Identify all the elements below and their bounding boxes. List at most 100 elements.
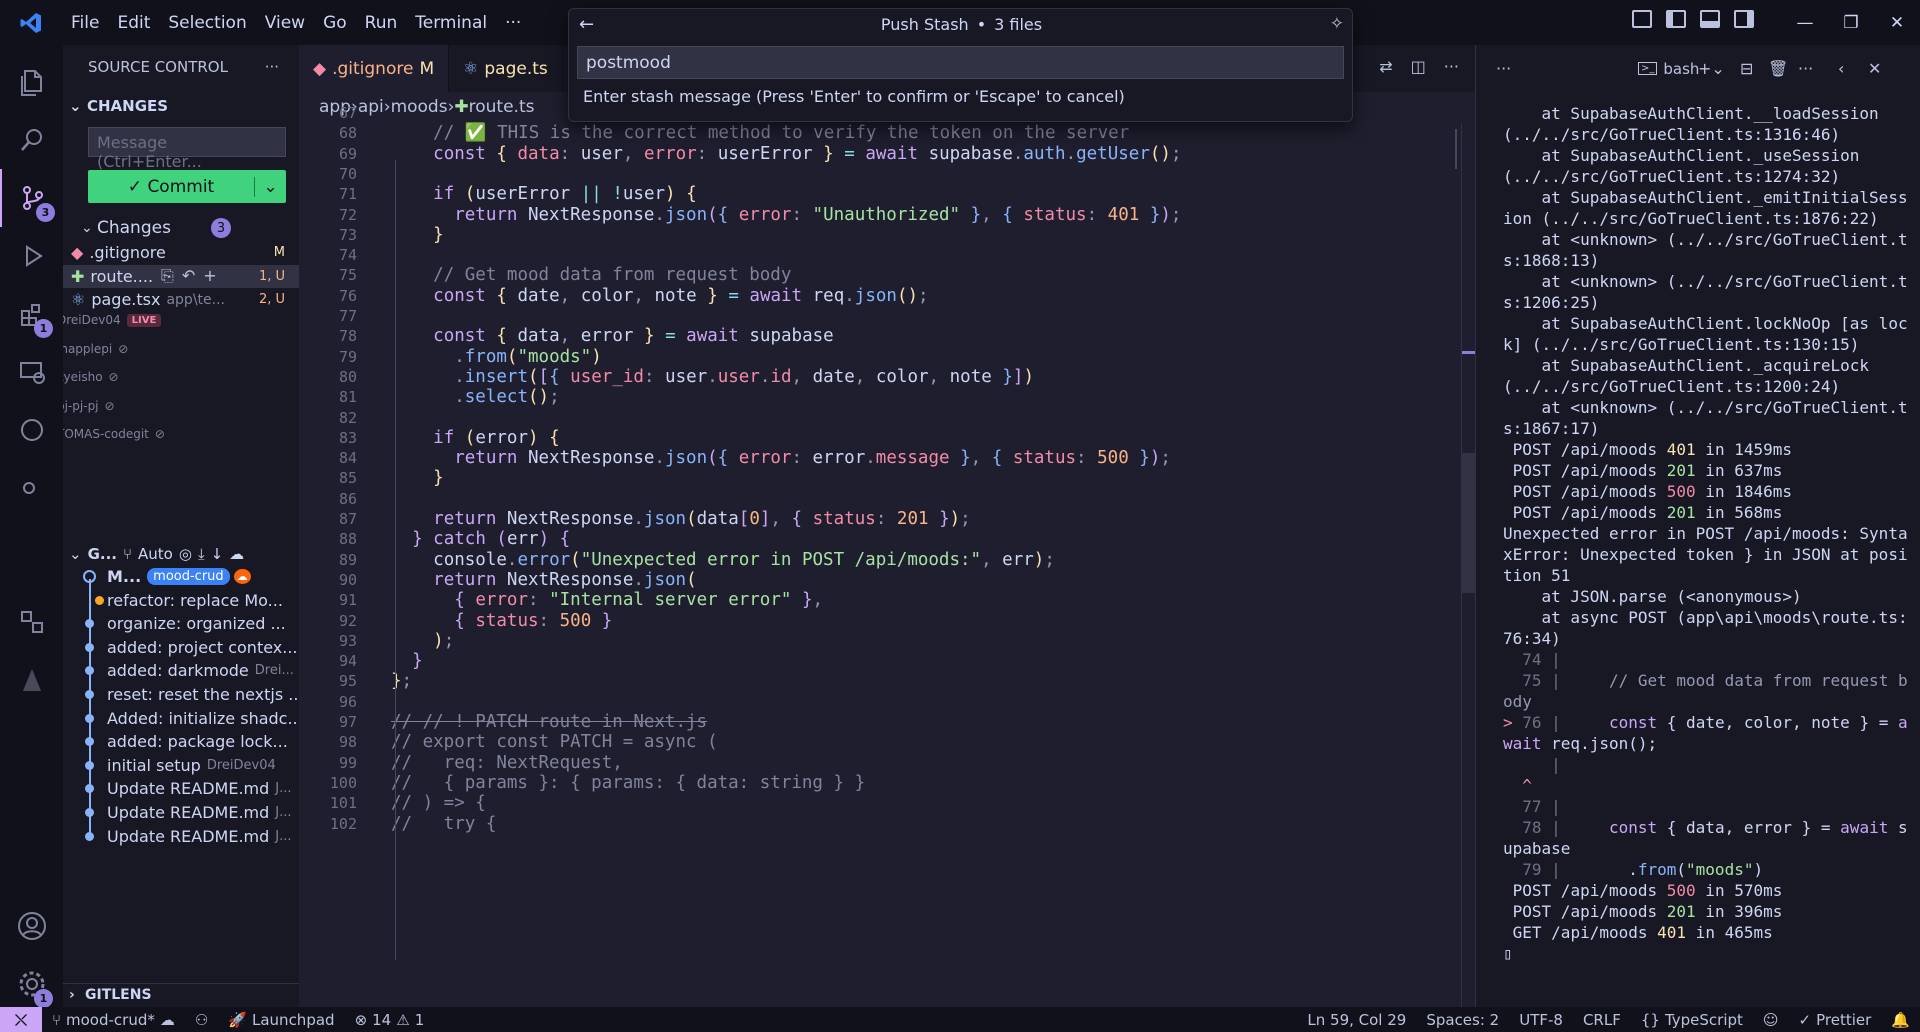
settings-gear-icon[interactable]: 1 xyxy=(0,955,63,1013)
live-user-item[interactable]: DreiDev04 LIVE xyxy=(63,307,293,333)
commit-item[interactable]: M... mood-crud ☁ xyxy=(63,565,299,588)
chevron-left-icon[interactable]: ‹ xyxy=(1838,59,1844,78)
remote-explorer-icon[interactable] xyxy=(0,343,63,401)
extensions-icon[interactable]: 1 xyxy=(0,285,63,343)
encoding[interactable]: UTF-8 xyxy=(1509,1011,1573,1029)
search-icon[interactable] xyxy=(0,111,63,169)
problems-status[interactable]: ⊗ 14 ⚠ 1 xyxy=(345,1011,435,1029)
menu-item[interactable]: ··· xyxy=(496,13,530,33)
terminal-line: POST /api/moods 201 in 396ms xyxy=(1503,902,1783,921)
end-of-line[interactable]: CRLF xyxy=(1573,1011,1631,1029)
fetch-icon[interactable]: ⤓ xyxy=(198,545,205,563)
commit-button[interactable]: ✓ Commit ⌄ xyxy=(88,170,286,203)
commit-item[interactable]: added: darkmode Drei... xyxy=(63,659,299,682)
remote-indicator-icon[interactable]: ⤬ xyxy=(0,1007,42,1032)
branch-status[interactable]: ⑂ mood-crud* ☁ xyxy=(42,1011,185,1029)
sidebar-title: SOURCE CONTROL xyxy=(88,58,228,76)
commit-item[interactable]: Added: initialize shadc... xyxy=(63,707,299,730)
source-control-icon[interactable]: 3 xyxy=(0,169,63,227)
menu-item[interactable]: Run xyxy=(356,13,407,33)
terminal-tab[interactable]: >_ bash xyxy=(1638,60,1699,78)
live-user-item[interactable]: TOMAS-codegit ⊘ xyxy=(63,421,293,447)
cursor-position[interactable]: Ln 59, Col 29 xyxy=(1297,1011,1416,1029)
open-file-icon[interactable]: ⎘ xyxy=(161,266,174,285)
commit-message-input[interactable]: Message (Ctrl+Enter... xyxy=(88,127,286,171)
split-editor-icon[interactable]: ◫ xyxy=(1411,57,1426,76)
tab-gitignore[interactable]: ◆ .gitignore M xyxy=(299,45,450,92)
terminal-output[interactable]: at SupabaseAuthClient.__loadSession (../… xyxy=(1503,103,1913,964)
toggle-panel-icon[interactable] xyxy=(1700,10,1720,28)
push-cloud-icon[interactable]: ☁ xyxy=(229,545,244,563)
pull-icon[interactable]: ↓ xyxy=(211,545,224,563)
stash-message-input[interactable]: postmood xyxy=(577,46,1344,79)
live-user-item[interactable]: kyeisho ⊘ xyxy=(63,364,293,390)
close-panel-icon[interactable]: ✕ xyxy=(1868,59,1881,78)
menu-item[interactable]: Go xyxy=(314,13,356,33)
more-actions-icon[interactable]: ··· xyxy=(265,58,279,76)
gitlens-status-icon[interactable]: ⚇ xyxy=(185,1011,218,1029)
explorer-icon[interactable] xyxy=(0,53,63,111)
toggle-secondary-sidebar-icon[interactable] xyxy=(1734,10,1754,28)
graph-section-label: G... xyxy=(87,545,117,563)
breadcrumb-item[interactable]: api xyxy=(358,97,384,117)
notifications-bell-icon[interactable]: 🔔 xyxy=(1881,1011,1920,1029)
discard-icon[interactable]: ↶ xyxy=(182,266,195,285)
graph-section-header[interactable]: ⌄ G... ⑂ Auto ◎ ⤓ ↓ ☁ xyxy=(63,541,299,567)
new-terminal-icon[interactable]: +⌄ xyxy=(1698,59,1725,78)
live-share-icon[interactable] xyxy=(0,401,63,459)
prettier-status[interactable]: ✓ Prettier xyxy=(1789,1011,1882,1029)
commit-item[interactable]: refactor: replace Mo... xyxy=(63,589,299,612)
changed-file-item[interactable]: ✚ route.... ⎘ ↶ +1, U xyxy=(63,264,299,288)
editor-scrollbar[interactable] xyxy=(1461,123,1475,1007)
commit-item[interactable]: organize: organized ... xyxy=(63,612,299,635)
split-terminal-icon[interactable]: ⊟ xyxy=(1740,59,1753,78)
back-arrow-icon[interactable]: ← xyxy=(579,14,594,35)
commit-dropdown-icon[interactable]: ⌄ xyxy=(254,176,286,197)
menu-item[interactable]: Edit xyxy=(108,13,159,33)
launchpad-status[interactable]: 🚀 Launchpad xyxy=(218,1011,344,1029)
commit-item[interactable]: Update README.md J... xyxy=(63,777,299,800)
live-user-item[interactable]: pj-pj-pj ⊘ xyxy=(63,393,293,419)
accounts-icon[interactable] xyxy=(0,897,63,955)
tab-page[interactable]: ⚛ page.ts xyxy=(449,45,563,92)
more-actions-icon[interactable]: ··· xyxy=(1496,59,1511,78)
sparkle-icon[interactable]: ✧ xyxy=(1330,14,1344,34)
more-actions-icon[interactable]: ··· xyxy=(1444,57,1459,76)
minimize-icon[interactable]: — xyxy=(1782,0,1828,45)
close-icon[interactable]: ✕ xyxy=(1874,0,1920,45)
menu-item[interactable]: View xyxy=(256,13,314,33)
changes-section-header[interactable]: ⌄ CHANGES xyxy=(63,95,299,117)
graph-mode-label[interactable]: Auto xyxy=(138,545,173,563)
customize-layout-icon[interactable] xyxy=(1632,10,1652,28)
live-user-item[interactable]: jhapplepi ⊘ xyxy=(63,336,293,362)
target-icon[interactable]: ◎ xyxy=(179,545,192,563)
commit-item[interactable]: reset: reset the nextjs ... xyxy=(63,683,299,706)
quick-input-file-count: 3 files xyxy=(994,14,1043,34)
gitlens-icon[interactable] xyxy=(0,651,63,709)
commit-item[interactable]: Update README.md J... xyxy=(63,801,299,824)
changed-file-item[interactable]: ◆ .gitignore M xyxy=(63,241,299,264)
gitlens-section-header[interactable]: › GITLENS xyxy=(63,983,299,1005)
language-mode[interactable]: {} TypeScript xyxy=(1631,1011,1753,1029)
menu-item[interactable]: File xyxy=(62,13,108,33)
indentation[interactable]: Spaces: 2 xyxy=(1416,1011,1509,1029)
compare-changes-icon[interactable]: ⇄ xyxy=(1379,57,1392,76)
commit-item[interactable]: added: package lock... xyxy=(63,730,299,753)
source-graph-icon[interactable] xyxy=(0,459,63,517)
kill-terminal-icon[interactable]: 🗑 xyxy=(1768,59,1788,78)
menu-item[interactable]: Terminal xyxy=(406,13,496,33)
run-debug-icon[interactable] xyxy=(0,227,63,285)
toggle-sidebar-icon[interactable] xyxy=(1666,10,1686,28)
terminal-more-icon[interactable]: ··· xyxy=(1798,59,1813,78)
copilot-status-icon[interactable]: ☺ xyxy=(1753,1011,1789,1029)
restore-icon[interactable]: ❐ xyxy=(1828,0,1874,45)
commit-item[interactable]: initial setup DreiDev04 xyxy=(63,754,299,777)
menu-item[interactable]: Selection xyxy=(159,13,255,33)
commit-item[interactable]: Update README.md J... xyxy=(63,825,299,848)
stage-icon[interactable]: + xyxy=(203,266,216,285)
copilot-icon[interactable] xyxy=(0,593,63,651)
breadcrumb-item[interactable]: route.ts xyxy=(469,97,535,117)
commit-item[interactable]: added: project contex... xyxy=(63,636,299,659)
breadcrumb-item[interactable]: moods xyxy=(391,97,448,117)
changes-group[interactable]: ⌄ Changes 3 xyxy=(63,215,299,241)
